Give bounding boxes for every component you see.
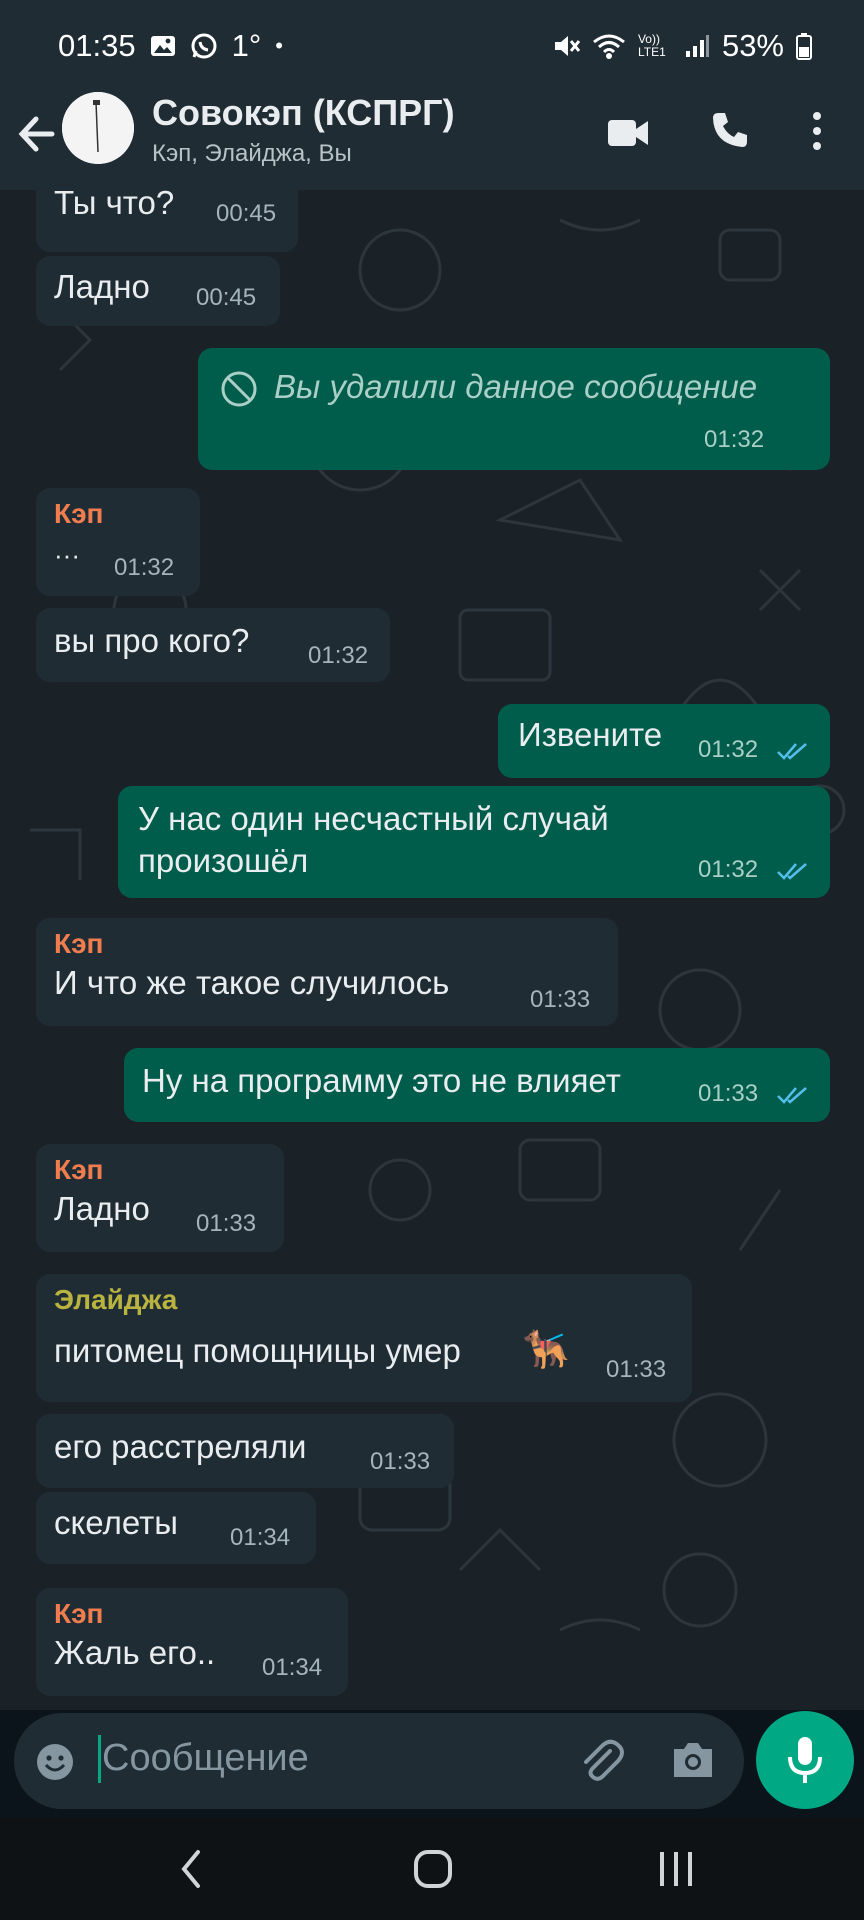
message-text: Жаль его.. <box>54 1634 216 1671</box>
message-bubble[interactable]: У нас один несчастный случай произошёл 0… <box>118 786 830 898</box>
battery-percent: 53% <box>721 28 784 63</box>
message-text: его расстреляли <box>54 1428 307 1465</box>
phone-icon[interactable] <box>710 110 750 150</box>
group-avatar[interactable] <box>62 92 134 164</box>
status-bar: 01:35 1° • Vo)) LTE1 53% <box>0 0 864 86</box>
dog-emoji: 🐕‍🦺 <box>522 1329 570 1371</box>
attach-icon[interactable] <box>576 1737 626 1787</box>
message-bubble[interactable]: Извените 01:32 <box>498 704 830 778</box>
message-bubble[interactable]: его расстреляли 01:33 <box>36 1414 454 1488</box>
message-time: 01:33 <box>698 1080 759 1107</box>
message-time: 01:32 <box>308 642 369 669</box>
back-arrow-icon[interactable] <box>14 104 64 164</box>
nav-home-icon[interactable] <box>412 1846 454 1892</box>
message-time: 01:34 <box>262 1654 323 1681</box>
status-temperature: 1° <box>231 28 262 63</box>
double-tick-icon <box>777 863 807 880</box>
more-vert-icon[interactable] <box>810 110 824 152</box>
message-time: 01:32 <box>704 426 765 453</box>
status-time: 01:35 <box>58 28 136 63</box>
message-time: 01:34 <box>230 1524 291 1551</box>
message-time: 01:33 <box>196 1210 257 1237</box>
message-text: Ты что? <box>54 190 175 221</box>
message-time: 00:45 <box>196 284 257 311</box>
message-text: Ладно <box>54 1190 150 1227</box>
message-sender: Кэп <box>54 1154 104 1185</box>
message-sender: Кэп <box>54 928 104 959</box>
message-time: 01:33 <box>370 1448 431 1475</box>
message-bubble[interactable]: вы про кого? 01:32 <box>36 608 390 682</box>
chat-header: Совокэп (КСПРГ) Кэп, Элайджа, Вы <box>0 86 864 190</box>
nav-back-icon[interactable] <box>176 1846 206 1892</box>
message-sender: Элайджа <box>54 1284 178 1315</box>
message-text: Ладно <box>54 268 150 305</box>
chat-participants[interactable]: Кэп, Элайджа, Вы <box>152 140 352 168</box>
message-time: 01:33 <box>530 986 591 1013</box>
message-time: 01:32 <box>698 736 759 763</box>
system-nav-bar <box>0 1818 864 1920</box>
status-right: Vo)) LTE1 53% <box>552 28 812 64</box>
camera-icon[interactable] <box>670 1739 716 1781</box>
message-bubble[interactable]: скелеты 01:34 <box>36 1492 316 1564</box>
message-bubble[interactable]: Кэп Ладно 01:33 <box>36 1144 284 1252</box>
signal-icon <box>685 35 709 57</box>
message-text: Извените <box>518 716 663 753</box>
nav-recents-icon[interactable] <box>656 1846 696 1892</box>
deleted-icon <box>221 371 257 407</box>
double-tick-icon <box>777 1087 807 1104</box>
battery-icon <box>796 33 812 60</box>
message-input[interactable]: Сообщение <box>102 1737 309 1780</box>
message-text: ··· <box>54 540 80 570</box>
message-time: 01:32 <box>698 856 759 883</box>
status-dot: • <box>275 33 283 58</box>
chat-area[interactable]: Ты что? 00:45 Ладно 00:45 Вы удалили дан… <box>0 190 864 1710</box>
network-label: Vo)) LTE1 <box>637 32 666 59</box>
message-bubble[interactable]: Кэп И что же такое случилось 01:33 <box>36 918 618 1026</box>
mute-icon <box>554 36 580 56</box>
message-text-line2: произошёл <box>138 842 309 879</box>
message-composer[interactable]: Сообщение <box>14 1713 744 1809</box>
message-text: вы про кого? <box>54 622 250 659</box>
message-text: питомец помощницы умер <box>54 1332 461 1369</box>
message-text: И что же такое случилось <box>54 964 450 1001</box>
chat-title[interactable]: Совокэп (КСПРГ) <box>152 92 455 134</box>
message-time: 01:32 <box>114 554 175 581</box>
message-sender: Кэп <box>54 1598 104 1629</box>
double-tick-icon <box>777 743 807 760</box>
video-call-icon[interactable] <box>606 116 650 150</box>
message-bubble-deleted[interactable]: Вы удалили данное сообщение 01:32 <box>198 348 830 470</box>
message-bubble[interactable]: Ну на программу это не влияет 01:33 <box>124 1048 830 1122</box>
message-text: скелеты <box>54 1504 178 1541</box>
wifi-icon <box>593 34 625 59</box>
text-caret <box>98 1735 101 1783</box>
status-left: 01:35 1° • <box>58 28 283 64</box>
mic-button[interactable] <box>756 1711 854 1809</box>
message-text: Вы удалили данное сообщение <box>274 368 758 405</box>
mic-icon <box>788 1737 822 1783</box>
message-time: 00:45 <box>216 200 277 227</box>
message-bubble[interactable]: Кэп ··· 01:32 <box>36 488 200 596</box>
message-bubble[interactable]: Кэп Жаль его.. 01:34 <box>36 1588 348 1696</box>
message-sender: Кэп <box>54 498 104 529</box>
message-bubble[interactable]: Ты что? 00:45 <box>36 190 298 252</box>
message-time: 01:33 <box>606 1356 667 1383</box>
whatsapp-notification-icon <box>191 33 217 59</box>
gallery-icon <box>150 36 175 56</box>
message-bubble[interactable]: Элайджа питомец помощницы умер 🐕‍🦺 01:33 <box>36 1274 692 1402</box>
emoji-icon[interactable] <box>34 1741 76 1783</box>
message-bubble[interactable]: Ладно 00:45 <box>36 256 280 326</box>
message-text-line1: У нас один несчастный случай <box>138 800 609 837</box>
message-text: Ну на программу это не влияет <box>142 1062 621 1099</box>
